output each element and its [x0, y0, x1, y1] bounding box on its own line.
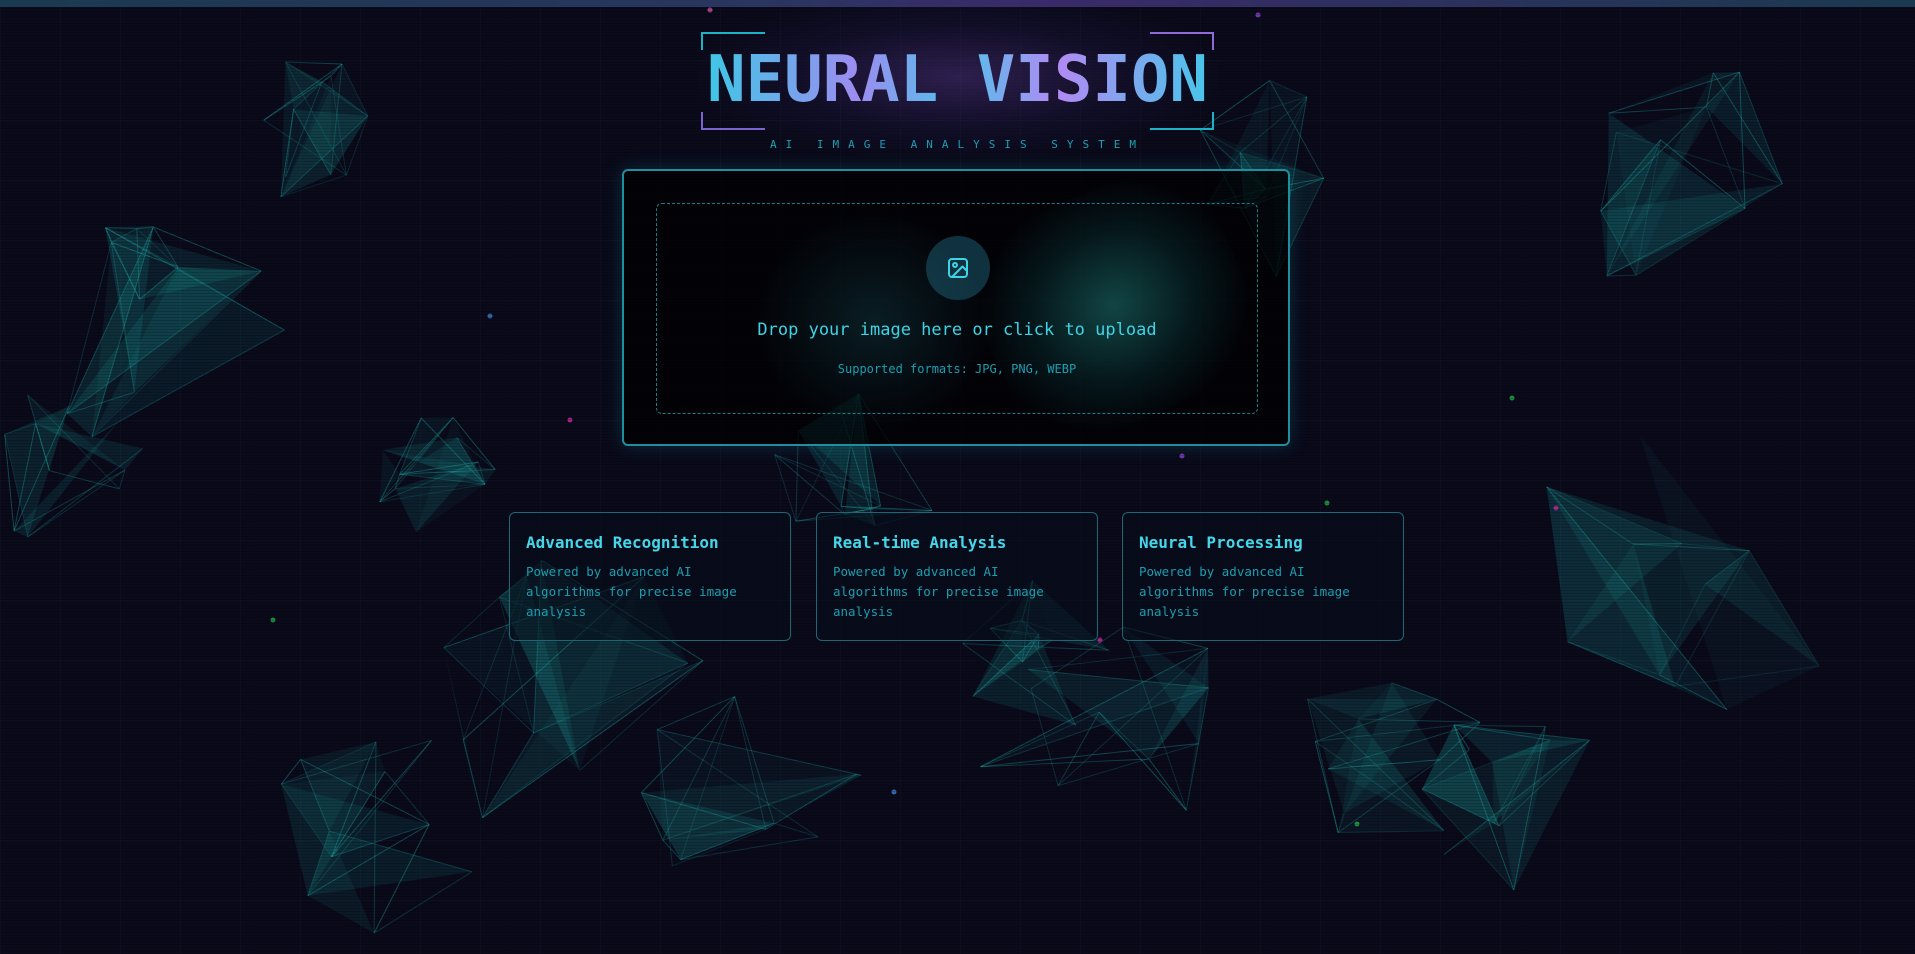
mesh-edge	[1606, 274, 1637, 277]
feature-card-title: Real-time Analysis	[833, 533, 1007, 552]
upload-prompt[interactable]: Drop your image here or click to upload	[657, 320, 1257, 340]
mesh-node	[487, 313, 493, 319]
upload-panel: Drop your image here or click to upload …	[622, 169, 1290, 446]
mesh-node	[1354, 821, 1360, 827]
feature-card-title: Advanced Recognition	[526, 533, 719, 552]
mesh-node	[270, 617, 276, 623]
mesh-node	[1255, 12, 1261, 18]
feature-card-neural-processing: Neural Processing Powered by advanced AI…	[1122, 512, 1404, 641]
mesh-node	[1324, 500, 1330, 506]
mesh-edge	[1057, 742, 1200, 787]
feature-card-advanced-recognition: Advanced Recognition Powered by advanced…	[509, 512, 791, 641]
image-icon	[948, 258, 968, 278]
header: NEURAL VISION AI IMAGE ANALYSIS SYSTEM	[0, 0, 1915, 157]
mesh-edge	[773, 822, 819, 838]
feature-card-real-time-analysis: Real-time Analysis Powered by advanced A…	[816, 512, 1098, 641]
image-drop-zone[interactable]: Drop your image here or click to upload …	[656, 203, 1258, 414]
mesh-facet	[379, 450, 400, 502]
mesh-node	[567, 417, 573, 423]
mesh-edge	[462, 739, 483, 818]
feature-card-description: Powered by advanced AI algorithms for pr…	[1139, 564, 1350, 619]
feature-card-description: Powered by advanced AI algorithms for pr…	[526, 564, 737, 619]
page-title: NEURAL VISION	[707, 43, 1208, 117]
feature-card-title: Neural Processing	[1139, 533, 1303, 552]
mesh-node	[1097, 637, 1103, 643]
feature-card-description: Powered by advanced AI algorithms for pr…	[833, 564, 1044, 619]
upload-icon-button[interactable]	[926, 236, 990, 300]
mesh-edge	[657, 696, 735, 731]
title-frame: NEURAL VISION	[697, 0, 1218, 157]
supported-formats: Supported formats: JPG, PNG, WEBP	[837, 362, 1077, 376]
mesh-edge	[1148, 758, 1187, 811]
mesh-node	[1553, 505, 1559, 511]
mesh-node	[1509, 395, 1515, 401]
mesh-node	[891, 789, 897, 795]
mesh-node	[1179, 453, 1185, 459]
mesh-edge	[1436, 698, 1481, 723]
